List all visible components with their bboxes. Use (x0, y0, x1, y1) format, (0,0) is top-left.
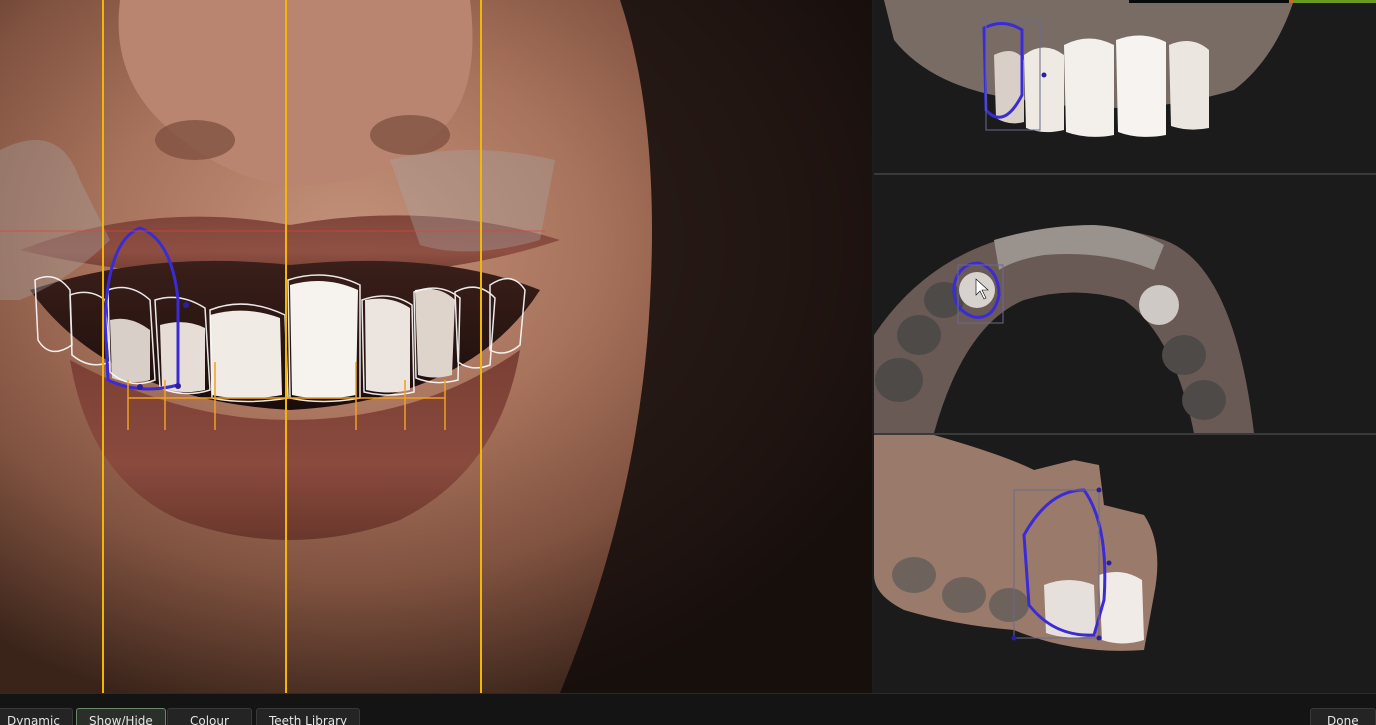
lateral-render (874, 435, 1376, 693)
status-bar-green (1294, 0, 1376, 3)
done-button[interactable]: Done (1310, 708, 1376, 725)
occlusal-view[interactable] (874, 175, 1376, 433)
frontal-arch-view[interactable] (874, 0, 1376, 173)
occlusal-render (874, 175, 1376, 433)
face-render (0, 0, 872, 693)
colour-button[interactable]: Colour (167, 708, 252, 725)
frontal-arch-render (874, 0, 1376, 173)
face-viewport[interactable] (0, 0, 872, 693)
lateral-view[interactable] (874, 435, 1376, 693)
show-hide-button[interactable]: Show/Hide (76, 708, 166, 725)
status-bar-dark (1129, 0, 1289, 3)
teeth-library-button[interactable]: Teeth Library (256, 708, 361, 725)
dynamic-button[interactable]: Dynamic (0, 708, 73, 725)
smile-design-app: Dynamic Show/Hide Colour Teeth Library D… (0, 0, 1376, 725)
bottom-toolbar: Dynamic Show/Hide Colour Teeth Library D… (0, 693, 1376, 725)
